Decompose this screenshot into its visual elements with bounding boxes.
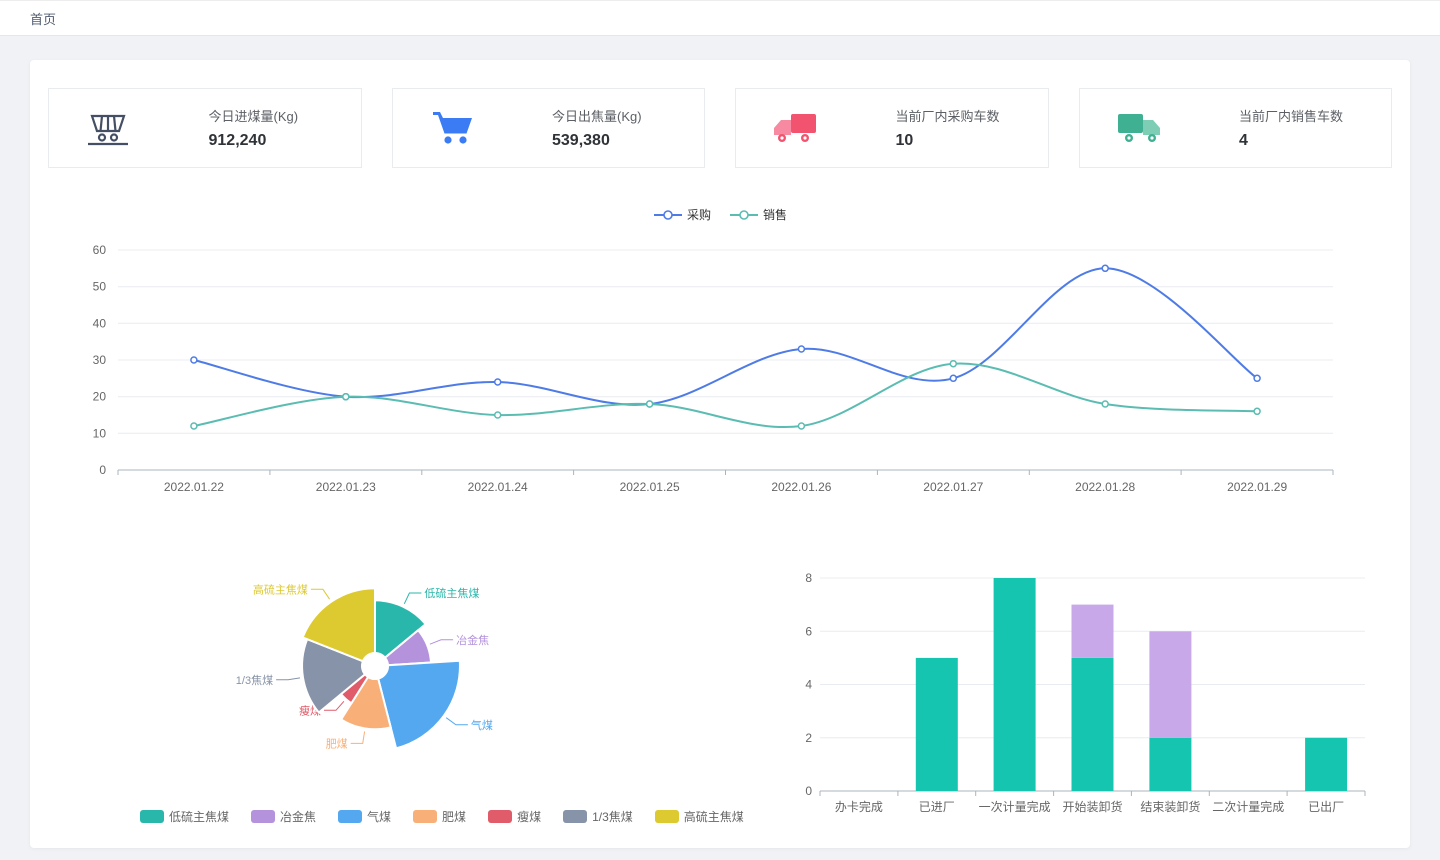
svg-text:已出厂: 已出厂 [1308, 800, 1344, 814]
pie-legend-item[interactable]: 低硫主焦煤 [140, 808, 229, 825]
stat-label: 今日进煤量(Kg) [209, 106, 327, 125]
truck-outbound-icon [1114, 111, 1164, 145]
stat-value: 539,380 [552, 132, 670, 150]
vehicle-status-bar-chart: 0 2 4 6 8 办卡完成 已进厂 一次计量完成开始装卸货 结束装卸货二次计量完成 已出厂 [785, 558, 1405, 858]
pie-legend-item[interactable]: 高硫主焦煤 [655, 808, 744, 825]
topbar: 首页 [0, 0, 1440, 36]
svg-text:二次计量完成: 二次计量完成 [1212, 799, 1284, 814]
svg-text:2022.01.28: 2022.01.28 [1075, 480, 1135, 494]
stats-row: 今日进煤量(Kg) 912,240 今日出焦量(Kg) 539,380 [48, 88, 1392, 168]
svg-text:开始装卸货: 开始装卸货 [1062, 799, 1122, 814]
stat-label: 当前厂内销售车数 [1239, 106, 1357, 125]
stat-text: 当前厂内销售车数 4 [1239, 106, 1357, 150]
svg-text:高硫主焦煤: 高硫主焦煤 [253, 582, 308, 596]
line-legend-item[interactable]: 采购 [653, 206, 711, 223]
breadcrumb-home[interactable]: 首页 [30, 9, 56, 28]
svg-text:一次计量完成: 一次计量完成 [979, 799, 1051, 814]
stat-card-purchase-trucks: 当前厂内采购车数 10 [735, 88, 1049, 168]
svg-text:2: 2 [805, 731, 812, 745]
svg-text:60: 60 [93, 243, 107, 257]
stat-text: 今日进煤量(Kg) 912,240 [209, 106, 327, 150]
svg-text:1/3焦煤: 1/3焦煤 [236, 674, 273, 687]
svg-text:0: 0 [805, 784, 812, 798]
purchase-sales-line-chart: 0 10 20 30 40 50 60 2022.01.22 2022.01.23 2022.01… [48, 228, 1392, 518]
coal-type-rose-pie-chart: 低硫主焦煤冶金焦气煤肥煤瘦煤1/3焦煤高硫主焦煤 [75, 565, 675, 790]
svg-text:40: 40 [93, 316, 107, 330]
pie-legend-item[interactable]: 气煤 [338, 808, 391, 825]
shopping-cart-icon [427, 109, 477, 147]
svg-text:20: 20 [93, 390, 107, 404]
svg-text:低硫主焦煤: 低硫主焦煤 [424, 586, 479, 600]
dashboard-panel: 今日进煤量(Kg) 912,240 今日出焦量(Kg) 539,380 [30, 60, 1410, 848]
pie-legend-item[interactable]: 瘦煤 [488, 808, 541, 825]
svg-text:2022.01.24: 2022.01.24 [468, 480, 528, 494]
stat-label: 今日出焦量(Kg) [552, 106, 670, 125]
svg-text:2022.01.25: 2022.01.25 [620, 480, 680, 494]
svg-text:结束装卸货: 结束装卸货 [1140, 799, 1200, 814]
svg-text:4: 4 [805, 678, 812, 692]
svg-text:2022.01.22: 2022.01.22 [164, 480, 224, 494]
svg-text:已进厂: 已进厂 [919, 800, 955, 814]
svg-text:2022.01.23: 2022.01.23 [316, 480, 376, 494]
svg-text:30: 30 [93, 353, 107, 367]
svg-text:2022.01.29: 2022.01.29 [1227, 480, 1287, 494]
svg-text:肥煤: 肥煤 [326, 737, 348, 750]
pie-legend-item[interactable]: 1/3焦煤 [563, 808, 633, 825]
stat-card-coke-out: 今日出焦量(Kg) 539,380 [392, 88, 706, 168]
stat-card-coal-in: 今日进煤量(Kg) 912,240 [48, 88, 362, 168]
svg-text:2022.01.26: 2022.01.26 [771, 480, 831, 494]
mine-cart-icon [83, 109, 133, 147]
stat-text: 当前厂内采购车数 10 [896, 106, 1014, 150]
svg-text:气煤: 气煤 [471, 718, 493, 732]
stat-text: 今日出焦量(Kg) 539,380 [552, 106, 670, 150]
svg-text:冶金焦: 冶金焦 [456, 633, 489, 647]
stat-value: 4 [1239, 132, 1357, 150]
stat-value: 912,240 [209, 132, 327, 150]
svg-text:0: 0 [99, 463, 106, 477]
svg-text:办卡完成: 办卡完成 [835, 799, 883, 814]
pie-chart-legend: 低硫主焦煤 冶金焦 气煤 肥煤 瘦煤 1/3焦煤 高硫主焦煤 [140, 808, 744, 825]
line-chart-legend: 采购 销售 [30, 206, 1410, 223]
stat-label: 当前厂内采购车数 [896, 106, 1014, 125]
svg-text:2022.01.27: 2022.01.27 [923, 480, 983, 494]
svg-text:50: 50 [93, 280, 107, 294]
svg-text:6: 6 [805, 624, 812, 638]
stat-card-sales-trucks: 当前厂内销售车数 4 [1079, 88, 1393, 168]
stat-value: 10 [896, 132, 1014, 150]
line-legend-item[interactable]: 销售 [729, 206, 787, 223]
pie-legend-item[interactable]: 冶金焦 [251, 808, 316, 825]
svg-text:10: 10 [93, 426, 107, 440]
pie-legend-item[interactable]: 肥煤 [413, 808, 466, 825]
truck-inbound-icon [770, 111, 820, 145]
svg-text:8: 8 [805, 571, 812, 585]
